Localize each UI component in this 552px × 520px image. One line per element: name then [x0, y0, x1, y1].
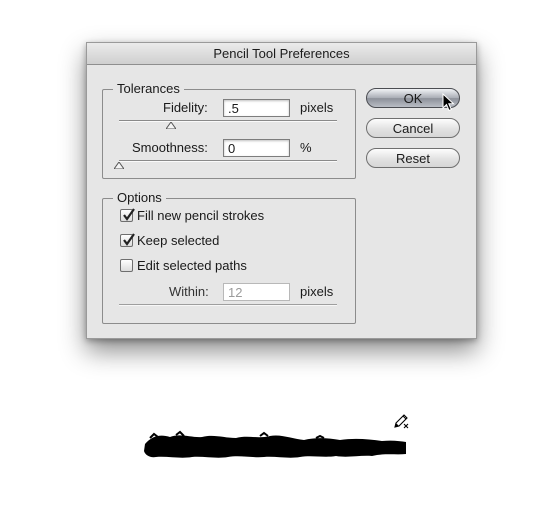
- fill-new-strokes-label[interactable]: Fill new pencil strokes: [137, 208, 264, 224]
- cancel-button[interactable]: Cancel: [366, 118, 460, 138]
- keep-selected-label[interactable]: Keep selected: [137, 233, 219, 249]
- smoothness-input[interactable]: 0: [223, 139, 290, 157]
- fidelity-unit: pixels: [300, 100, 334, 115]
- tolerances-title: Tolerances: [113, 81, 184, 97]
- keep-selected-checkbox[interactable]: [120, 233, 135, 247]
- fidelity-input[interactable]: .5: [223, 99, 290, 117]
- fidelity-slider-thumb[interactable]: [166, 122, 176, 129]
- pencil-tool-preferences-dialog: Pencil Tool Preferences Tolerances Fidel…: [86, 42, 477, 339]
- dialog-title: Pencil Tool Preferences: [87, 43, 476, 65]
- checkmark-icon: [123, 233, 135, 246]
- edit-selected-paths-checkbox[interactable]: [120, 259, 133, 272]
- smoothness-slider-track[interactable]: [119, 160, 337, 162]
- checkmark-icon: [123, 208, 135, 221]
- fill-new-strokes-checkbox[interactable]: [120, 208, 135, 222]
- within-unit: pixels: [300, 284, 334, 299]
- options-separator: [119, 304, 337, 306]
- arrow-cursor-icon: [442, 93, 455, 112]
- pencil-stroke: [144, 430, 406, 458]
- within-input: 12: [223, 283, 290, 301]
- fidelity-slider-track[interactable]: [119, 120, 337, 122]
- smoothness-label: Smoothness:: [132, 140, 208, 155]
- edit-selected-paths-label[interactable]: Edit selected paths: [137, 258, 247, 274]
- reset-button[interactable]: Reset: [366, 148, 460, 168]
- options-title: Options: [113, 190, 166, 206]
- smoothness-slider-thumb[interactable]: [114, 162, 124, 169]
- smoothness-unit: %: [300, 140, 312, 155]
- fidelity-label: Fidelity:: [163, 100, 208, 115]
- within-label: Within:: [169, 284, 209, 299]
